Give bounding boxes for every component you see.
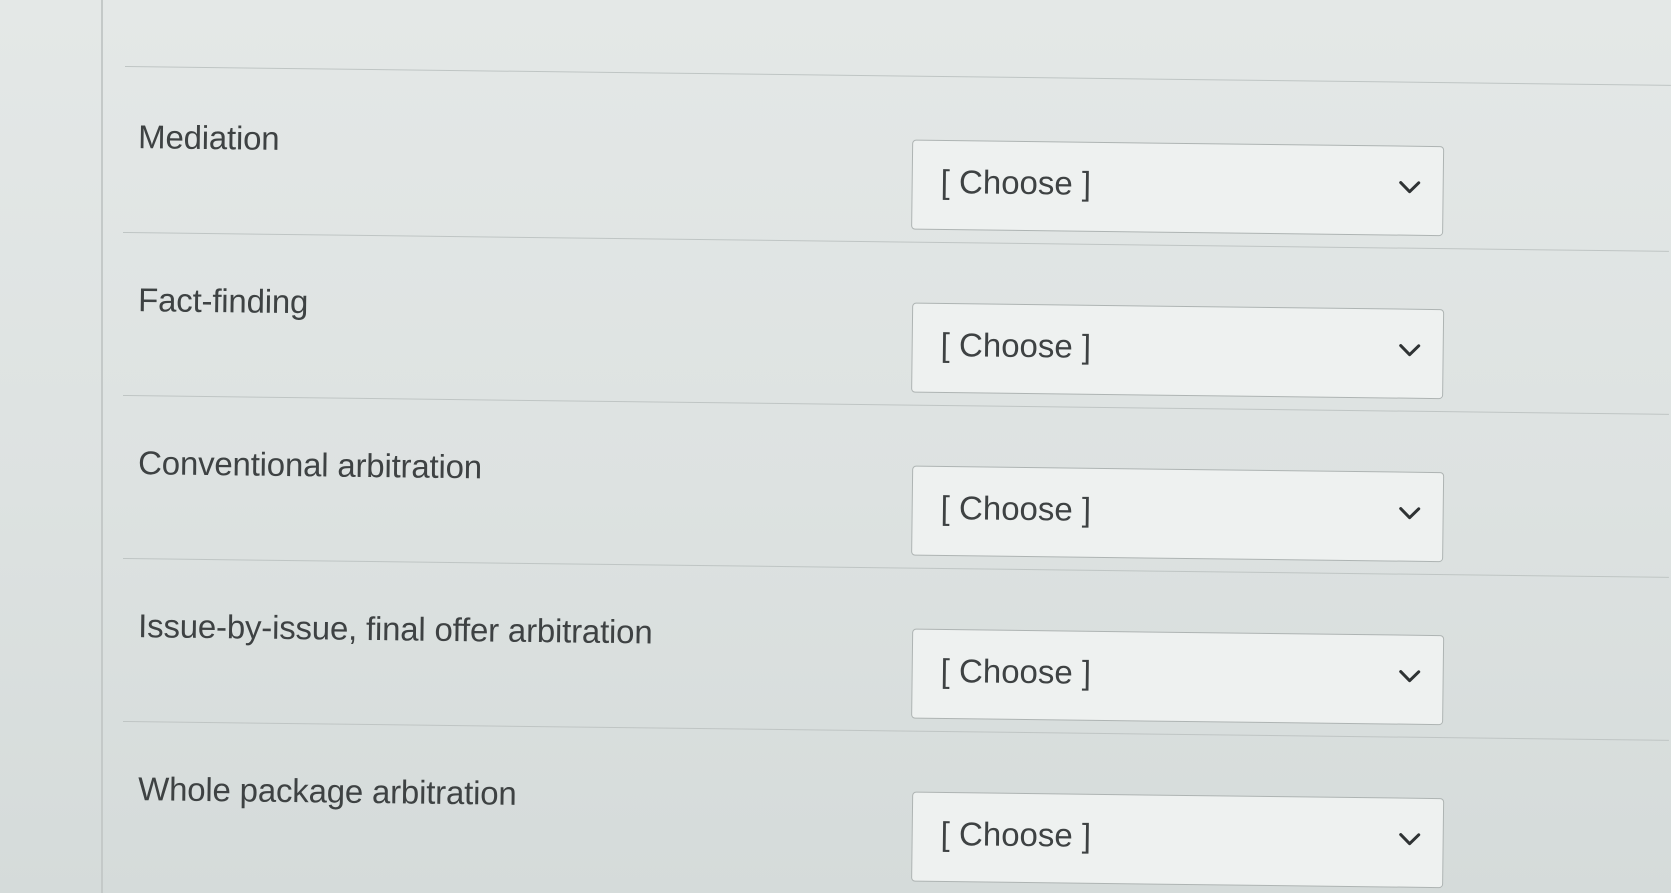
chevron-down-icon <box>1399 670 1421 683</box>
question-label: Fact-finding <box>137 281 309 321</box>
question-row-mediation: Mediation [ Choose ] <box>123 70 1671 252</box>
dropdown-selected-value: [ Choose ] <box>940 651 1092 691</box>
chevron-down-icon <box>1399 507 1421 520</box>
dropdown-selected-value: [ Choose ] <box>940 162 1092 202</box>
question-label: Issue-by-issue, final offer arbitration <box>137 607 653 651</box>
question-row-conventional-arbitration: Conventional arbitration [ Choose ] <box>123 396 1671 578</box>
question-label: Mediation <box>137 118 280 157</box>
chevron-down-icon <box>1399 181 1421 194</box>
question-row-fact-finding: Fact-finding [ Choose ] <box>123 233 1671 415</box>
chevron-down-icon <box>1399 344 1421 357</box>
content-left-border <box>101 0 103 893</box>
answer-dropdown[interactable]: [ Choose ] <box>911 302 1445 400</box>
quiz-page: Mediation [ Choose ] Fact-finding [ Choo… <box>0 0 1671 893</box>
matching-question-list: Mediation [ Choose ] Fact-finding [ Choo… <box>123 70 1671 893</box>
question-label: Conventional arbitration <box>137 444 483 486</box>
answer-dropdown[interactable]: [ Choose ] <box>911 628 1445 726</box>
dropdown-selected-value: [ Choose ] <box>940 325 1092 365</box>
dropdown-selected-value: [ Choose ] <box>940 488 1092 528</box>
question-label: Whole package arbitration <box>137 770 517 812</box>
chevron-down-icon <box>1399 833 1421 846</box>
question-row-issue-by-issue: Issue-by-issue, final offer arbitration … <box>123 559 1671 741</box>
dropdown-selected-value: [ Choose ] <box>940 814 1092 854</box>
question-row-whole-package: Whole package arbitration [ Choose ] <box>123 722 1671 893</box>
answer-dropdown[interactable]: [ Choose ] <box>911 139 1445 237</box>
answer-dropdown[interactable]: [ Choose ] <box>911 791 1445 889</box>
answer-dropdown[interactable]: [ Choose ] <box>911 465 1445 563</box>
